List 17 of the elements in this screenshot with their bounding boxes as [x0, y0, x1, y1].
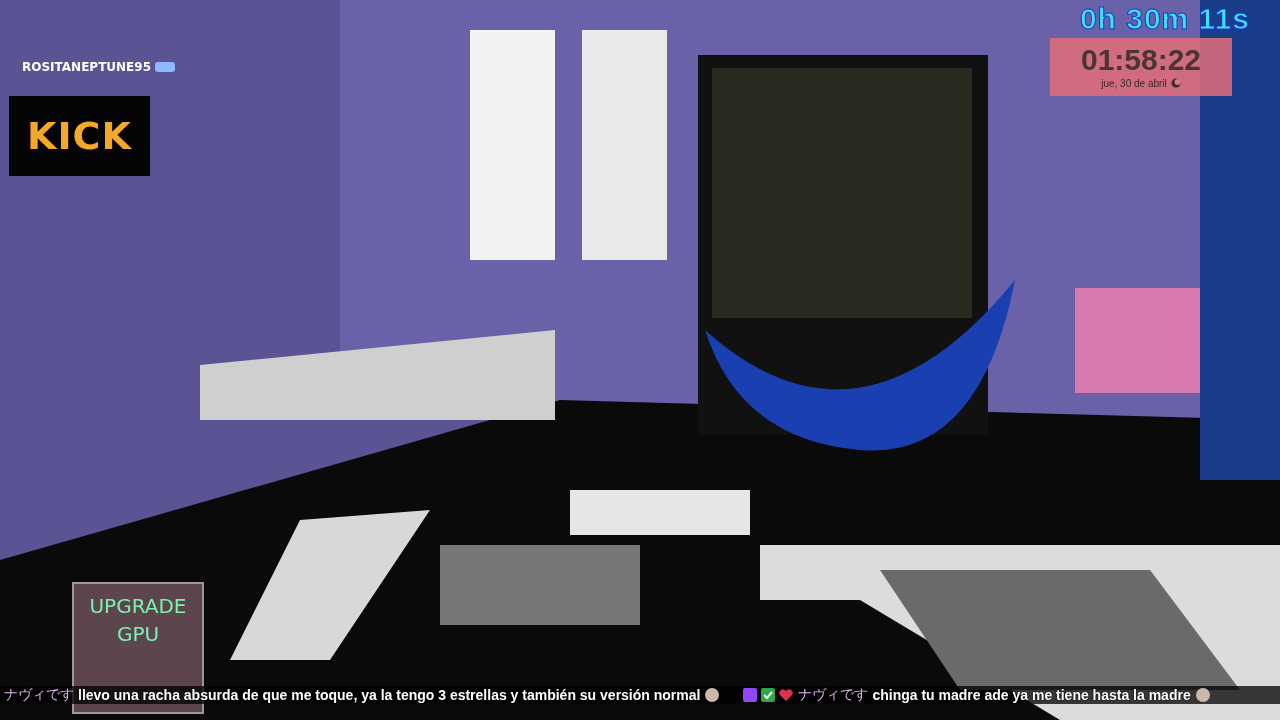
upgrade-text: UPGRADE — [89, 593, 187, 620]
moon-icon — [1170, 78, 1181, 88]
chat-message: llevo una racha absurda de que me toque, ya la tengo 3 estrellas y también su versión normal — [78, 687, 701, 703]
check-icon — [760, 687, 777, 703]
clock-time: 01:58:22 — [1080, 43, 1202, 76]
stream-timer: 0h 30m 11s — [1079, 2, 1250, 36]
emote-icon — [1194, 687, 1211, 703]
badge-icon — [155, 62, 175, 72]
upgrade-text: GPU — [116, 621, 160, 648]
chat-username: ROSITANEPTUNE95 — [22, 60, 151, 74]
chat-user: ナヴィです — [798, 686, 869, 704]
chat-user: ナヴィです — [4, 686, 74, 704]
clock-date: jue, 30 de abril — [1101, 76, 1167, 91]
chat-message: chinga tu madre ade ya me tiene hasta la madre — [872, 687, 1191, 703]
emote-icon — [704, 687, 721, 703]
kick-logo: KICK — [27, 114, 132, 158]
heart-icon — [778, 687, 795, 703]
